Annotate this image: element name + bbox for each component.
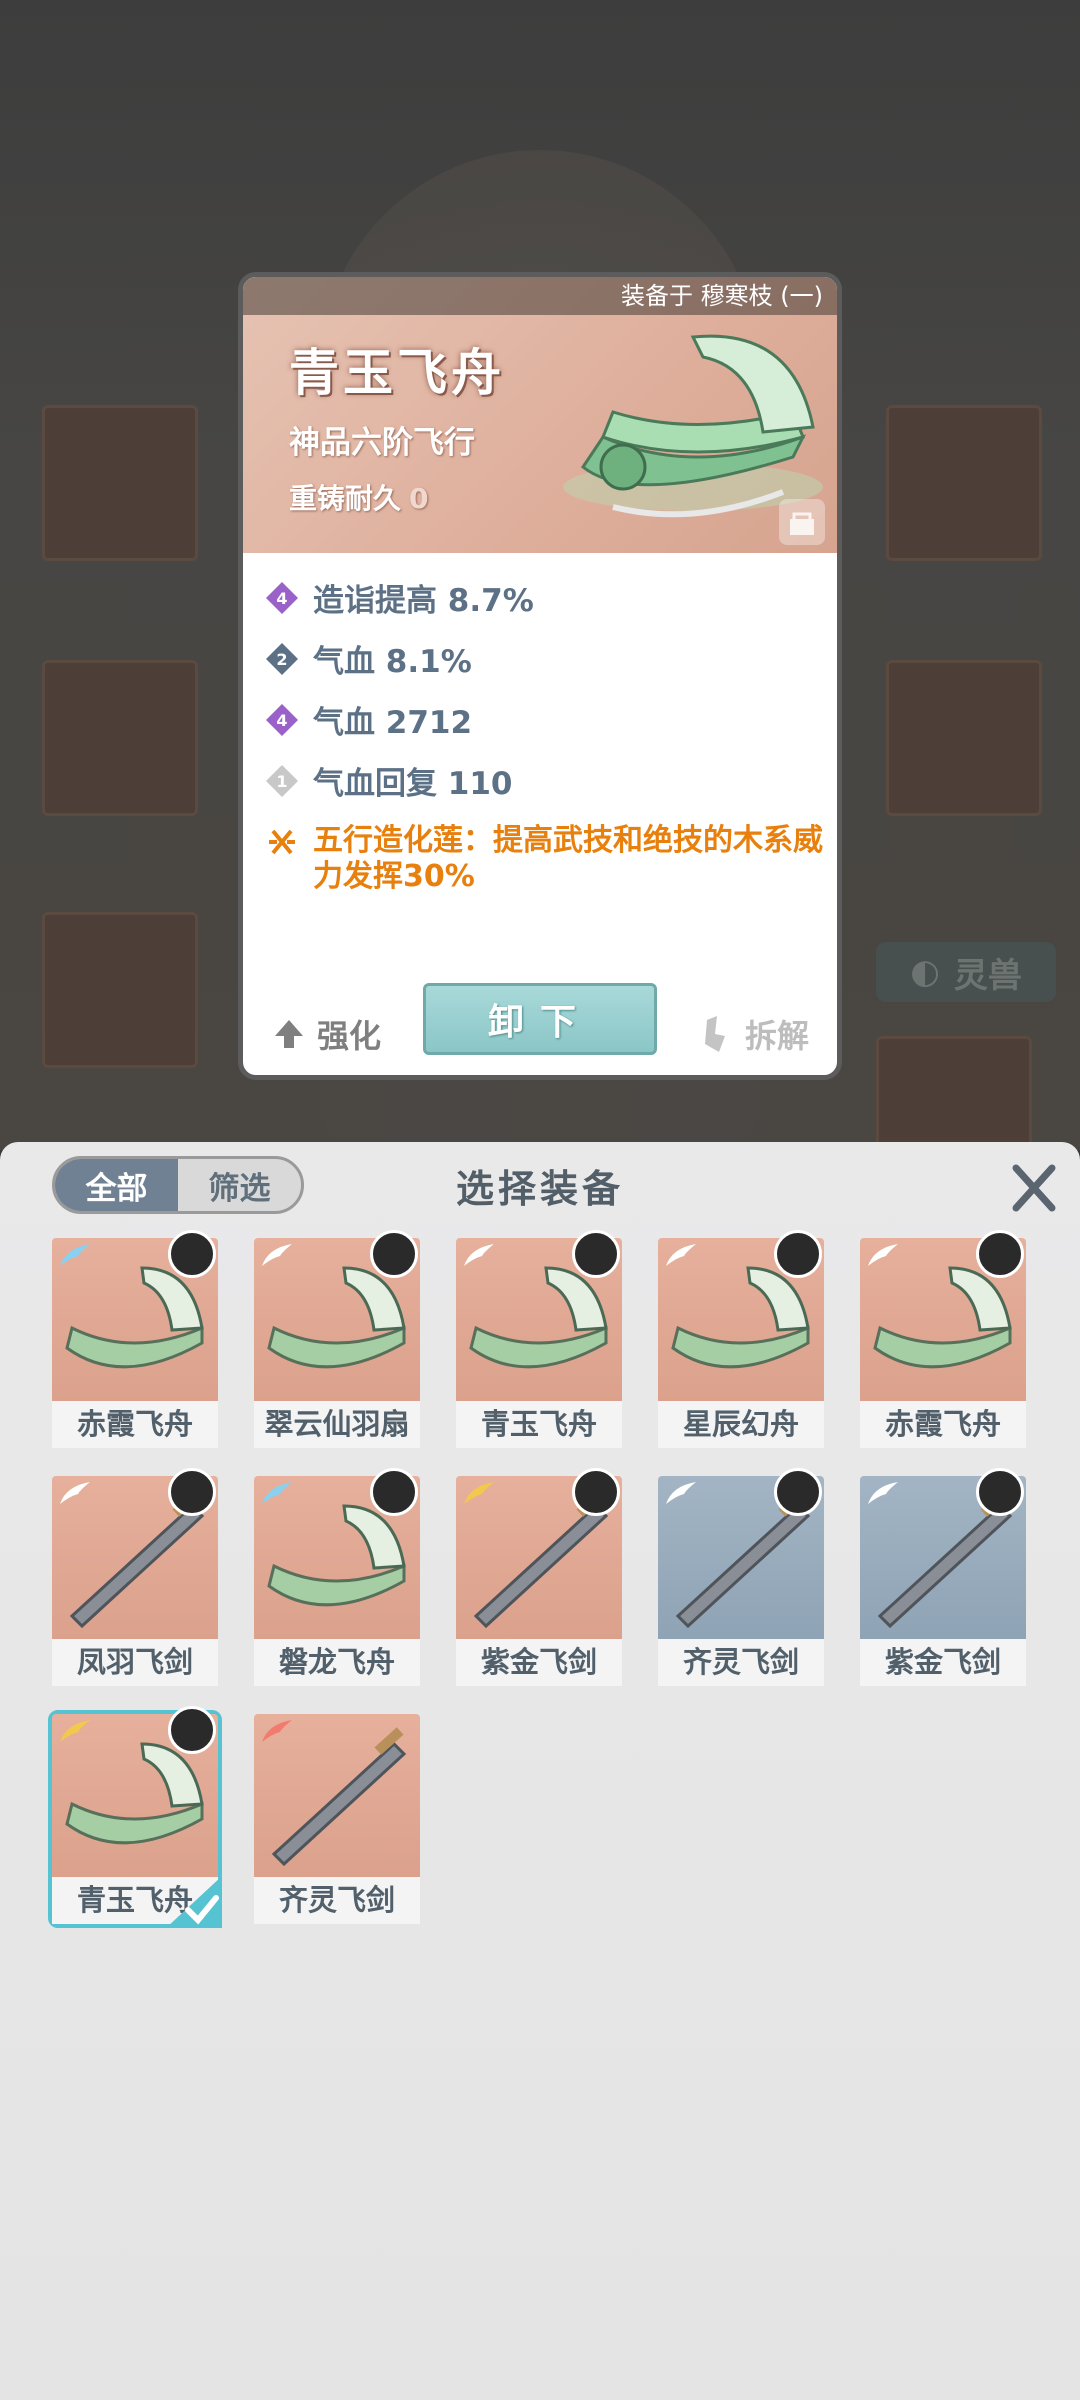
wing-rank-icon [60,1720,90,1742]
item-grade: 神品六阶飞行 [289,425,475,461]
wing-rank-icon [262,1482,292,1504]
wing-rank-icon [666,1482,696,1504]
owner-avatar [774,1468,822,1516]
equipment-slot [876,1036,1032,1152]
equipment-slot [42,660,198,816]
stat-row: 4 气血 2712 [265,689,825,750]
equipment-slot [886,660,1042,816]
wing-rank-icon [60,1482,90,1504]
stats-list: 4 造诣提高 8.7% 2 气血 8.1% 4 气血 2712 1 气血回复 1… [265,567,825,895]
owner-avatar [976,1468,1024,1516]
wing-rank-icon [464,1244,494,1266]
equipment-name: 翠云仙羽扇 [254,1401,420,1448]
owner-avatar [168,1230,216,1278]
equipment-card[interactable]: 紫金飞剑 [456,1468,622,1686]
item-header: 装备于 穆寒枝 (一) 青玉飞舟 神品六阶飞行 重铸耐久 0 [243,277,837,553]
stat-text: 气血 8.1% [313,644,472,680]
svg-text:1: 1 [276,772,287,791]
equipment-name: 磐龙飞舟 [254,1639,420,1686]
equipment-card[interactable]: 翠云仙羽扇 [254,1230,420,1448]
special-effect-row: 五行造化莲：提高武技和绝技的木系威力发挥30% [265,811,825,895]
wing-rank-icon [464,1482,494,1504]
equipment-select-panel: 全部 筛选 选择装备 赤霞飞舟 翠云仙羽扇 青玉飞舟 星辰幻舟 赤霞飞舟 凤羽飞剑 磐龙飞舟… [0,1142,1080,2400]
wing-rank-icon [262,1720,292,1742]
equipment-name: 齐灵飞剑 [658,1639,824,1686]
equipment-card[interactable]: 紫金飞剑 [860,1468,1026,1686]
wing-rank-icon [262,1244,292,1266]
equipment-name: 星辰幻舟 [658,1401,824,1448]
item-title: 青玉飞舟 [289,344,505,402]
wing-rank-icon [868,1482,898,1504]
equipment-card[interactable]: 星辰幻舟 [658,1230,824,1448]
lock-icon[interactable] [779,499,825,545]
svg-text:2: 2 [276,650,287,669]
owner-avatar [168,1468,216,1516]
equipment-slot [886,405,1042,561]
five-elements-icon [269,829,295,855]
owner-avatar [572,1468,620,1516]
dismantle-label: 拆解 [744,1017,809,1055]
dismantle-button[interactable]: 拆解 [699,1011,809,1057]
equipped-on-label: 装备于 穆寒枝 (一) [243,277,837,315]
stat-row: 2 气血 8.1% [265,628,825,689]
owner-avatar [370,1230,418,1278]
checkmark-icon [166,1876,222,1928]
recast-durability: 重铸耐久 0 [289,477,429,517]
owner-avatar [774,1230,822,1278]
stat-text: 气血回复 110 [313,766,513,802]
equipment-card[interactable]: 齐灵飞剑 [658,1468,824,1686]
panel-title: 选择装备 [455,1167,624,1211]
purple-diamond-icon: 4 [266,581,298,614]
spirit-beast-label: 灵兽 [953,955,1022,996]
spirit-beast-button: ◐ 灵兽 [876,942,1056,1002]
blue-diamond-icon: 2 [266,642,298,675]
wing-rank-icon [868,1244,898,1266]
equipment-name: 齐灵飞剑 [254,1877,420,1924]
unequip-button[interactable]: 卸下 [423,983,657,1055]
broken-shard-icon [704,1016,725,1052]
equipment-card[interactable]: 赤霞飞舟 [860,1230,1026,1448]
gray-diamond-icon: 1 [266,764,298,797]
equipment-card[interactable]: 赤霞飞舟 [52,1230,218,1448]
equipment-card[interactable]: 青玉飞舟 [48,1706,222,1928]
stat-text: 气血 2712 [313,705,473,741]
purple-diamond-icon: 4 [266,703,298,736]
equipment-card[interactable]: 齐灵飞剑 [254,1714,420,1924]
equipment-name: 紫金飞剑 [456,1639,622,1686]
equipment-name: 凤羽飞剑 [52,1639,218,1686]
owner-avatar [370,1468,418,1516]
wing-rank-icon [666,1244,696,1266]
owner-avatar [572,1230,620,1278]
equipment-name: 青玉飞舟 [456,1401,622,1448]
special-effect-text: 五行造化莲：提高武技和绝技的木系威力发挥30% [313,823,823,894]
panel-header: 全部 筛选 选择装备 [0,1142,1080,1232]
stat-row: 4 造诣提高 8.7% [265,567,825,628]
equipment-name: 赤霞飞舟 [860,1401,1026,1448]
durability-value: 0 [409,482,429,515]
owner-avatar [168,1706,216,1754]
equipment-card[interactable]: 磐龙飞舟 [254,1468,420,1686]
card-actions: 强化 卸下 拆解 [243,965,837,1075]
strengthen-label: 强化 [317,1017,382,1055]
svg-text:4: 4 [276,589,287,608]
svg-text:4: 4 [276,711,287,730]
equipment-name: 赤霞飞舟 [52,1401,218,1448]
wing-rank-icon [60,1244,90,1266]
equipment-slot [42,912,198,1068]
equipment-slot [42,405,198,561]
item-detail-card: 装备于 穆寒枝 (一) 青玉飞舟 神品六阶飞行 重铸耐久 0 4 造诣提高 8.7… [238,272,842,1080]
close-icon[interactable] [1006,1160,1062,1216]
stat-text: 造诣提高 8.7% [313,583,534,619]
strengthen-button[interactable]: 强化 [271,1011,381,1057]
stat-row: 1 气血回复 110 [265,750,825,811]
equipment-card[interactable]: 凤羽飞剑 [52,1468,218,1686]
durability-label: 重铸耐久 [289,482,402,515]
spirit-beast-icon: ◐ [910,952,940,992]
equipment-name: 紫金飞剑 [860,1639,1026,1686]
arrow-up-icon [275,1020,303,1048]
owner-avatar [976,1230,1024,1278]
equipment-card[interactable]: 青玉飞舟 [456,1230,622,1448]
